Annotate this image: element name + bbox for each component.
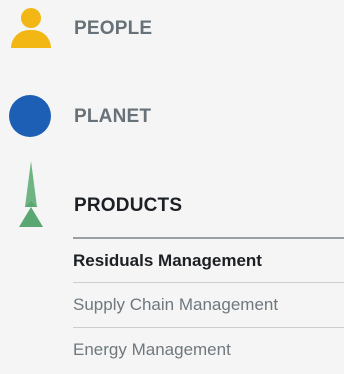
submenu-item-supply-chain-management[interactable]: Supply Chain Management xyxy=(73,282,344,327)
submenu-item-label: Supply Chain Management xyxy=(73,295,279,314)
globe-icon xyxy=(9,95,51,137)
products-submenu: Residuals Management Supply Chain Manage… xyxy=(73,237,344,372)
submenu-item-label: Energy Management xyxy=(73,340,231,359)
nav-label-people: PEOPLE xyxy=(74,18,153,39)
submenu-item-residuals-management[interactable]: Residuals Management xyxy=(73,237,344,282)
submenu-item-label: Residuals Management xyxy=(73,251,262,270)
nav-label-products: PRODUCTS xyxy=(74,195,183,216)
submenu-item-energy-management[interactable]: Energy Management xyxy=(73,327,344,372)
nav-item-people[interactable]: PEOPLE xyxy=(0,0,344,60)
tree-icon xyxy=(19,161,43,227)
nav-label-planet: PLANET xyxy=(74,106,152,127)
person-icon xyxy=(10,8,52,48)
